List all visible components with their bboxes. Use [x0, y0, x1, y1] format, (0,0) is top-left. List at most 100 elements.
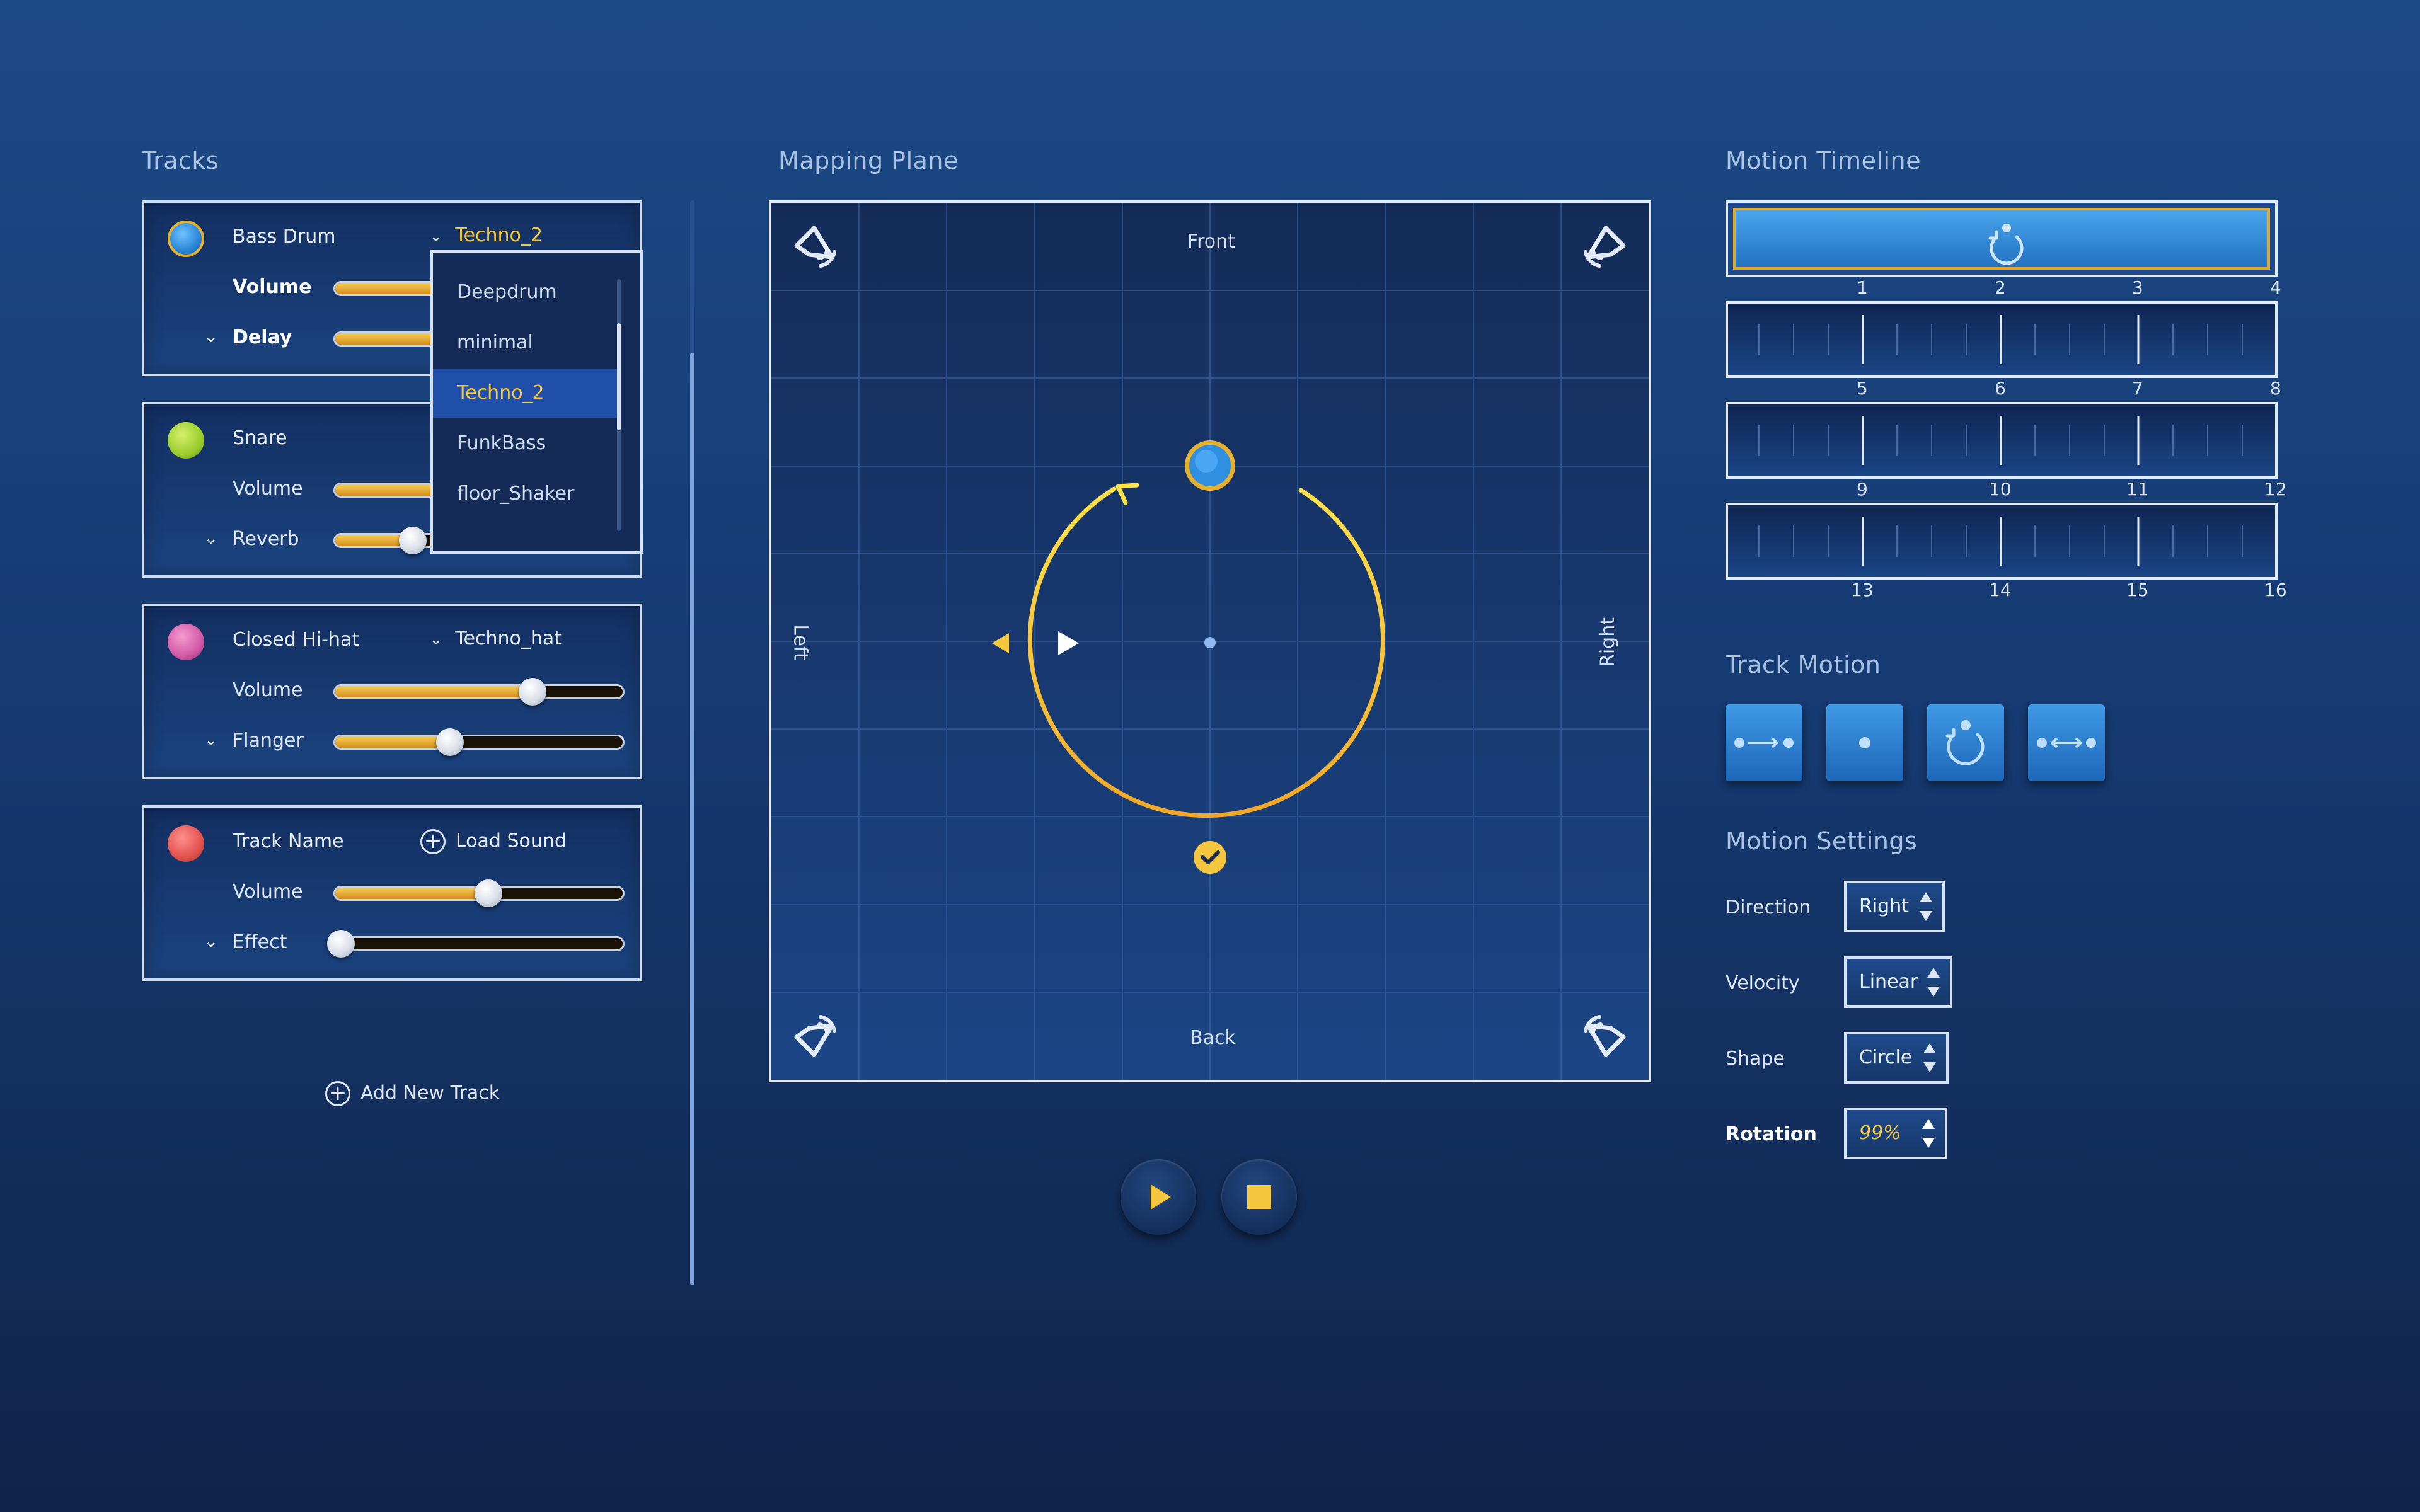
dropdown-option[interactable]: FunkBass — [433, 419, 619, 468]
linear-motion-icon — [1734, 737, 1794, 748]
timeline-beat-number: 6 — [1995, 378, 2006, 399]
speaker-bottom-right-icon[interactable] — [1574, 1005, 1637, 1068]
sound-selector[interactable]: ⌄ Techno_2 — [429, 224, 543, 246]
timeline-bar-3[interactable] — [1726, 402, 2278, 479]
add-new-track-button[interactable]: + Add New Track — [325, 1081, 500, 1106]
chevron-down-icon: ⌄ — [429, 630, 443, 649]
timeline-beat-number: 3 — [2132, 277, 2143, 298]
rotation-input[interactable]: 99% — [1844, 1108, 1947, 1159]
mapping-plane-title: Mapping Plane — [778, 147, 959, 175]
stop-icon — [1247, 1185, 1271, 1209]
load-sound-button[interactable]: + Load Sound — [420, 829, 567, 854]
timeline-beat-number: 7 — [2132, 378, 2143, 399]
play-button[interactable] — [1121, 1159, 1196, 1235]
effect-label: Delay — [233, 326, 292, 348]
effect-slider-knob[interactable] — [436, 728, 464, 756]
motion-timeline-title: Motion Timeline — [1726, 147, 1921, 175]
dropdown-scrollbar-thumb[interactable] — [617, 323, 621, 430]
mapping-plane[interactable]: Front Back Left Right — [769, 200, 1651, 1082]
volume-label: Volume — [233, 679, 303, 701]
speaker-top-left-icon[interactable] — [783, 214, 846, 277]
circular-motion-button[interactable] — [1927, 704, 2004, 781]
effect-slider-knob[interactable] — [399, 527, 427, 554]
volume-slider-knob[interactable] — [475, 879, 502, 907]
timeline-beat-number: 4 — [2270, 277, 2281, 298]
volume-slider-knob[interactable] — [519, 678, 546, 706]
sound-selector-value: Techno_2 — [455, 224, 543, 246]
timeline-beat-number: 10 — [1989, 479, 2012, 500]
up-down-arrows-icon[interactable] — [1921, 1116, 1936, 1150]
rotation-value[interactable]: 99% — [1859, 1110, 1901, 1157]
tracks-title: Tracks — [142, 147, 219, 175]
chevron-down-icon[interactable]: ⌄ — [204, 931, 218, 951]
timeline-beat-number: 8 — [2270, 378, 2281, 399]
plus-circle-icon: + — [420, 829, 446, 854]
up-down-arrows-icon[interactable] — [1922, 1041, 1937, 1075]
tracks-scrollbar-thumb[interactable] — [690, 353, 694, 1285]
circular-motion-icon — [1945, 720, 1985, 765]
track-name[interactable]: Closed Hi-hat — [233, 629, 359, 651]
static-point-button[interactable] — [1826, 704, 1903, 781]
chevron-down-icon: ⌄ — [429, 227, 443, 246]
dropdown-option[interactable]: Deepdrum — [433, 268, 619, 317]
speaker-top-right-icon[interactable] — [1574, 214, 1637, 277]
track-color-dot[interactable] — [168, 624, 204, 660]
dropdown-option[interactable]: floor_Shaker — [433, 469, 619, 518]
effect-slider[interactable] — [333, 936, 625, 951]
plane-label-front: Front — [1187, 231, 1235, 253]
track-name[interactable]: Track Name — [233, 830, 344, 852]
sound-selector-value: Techno_hat — [455, 627, 562, 650]
plane-label-back: Back — [1190, 1027, 1236, 1049]
direction-value: Right — [1859, 895, 1909, 917]
timeline-beat-number: 2 — [1995, 277, 2006, 298]
velocity-label: Velocity — [1726, 972, 1800, 994]
track-name[interactable]: Bass Drum — [233, 226, 335, 248]
timeline-motion-clip[interactable] — [1733, 208, 2270, 270]
timeline-beat-number: 1 — [1857, 277, 1868, 298]
shape-spinner[interactable]: Circle — [1844, 1032, 1949, 1084]
track-color-dot[interactable] — [168, 422, 204, 459]
static-point-icon — [1859, 737, 1870, 748]
volume-slider[interactable] — [333, 684, 625, 699]
track-card-new: Track Name + Load Sound Volume ⌄ Effect — [142, 805, 642, 981]
speaker-bottom-left-icon[interactable] — [783, 1005, 846, 1068]
track-card-closed-hihat: Closed Hi-hat ⌄ Techno_hat Volume ⌄ Flan… — [142, 604, 642, 779]
chevron-down-icon[interactable]: ⌄ — [204, 527, 218, 548]
track-color-dot[interactable] — [168, 825, 204, 862]
effect-label: Flanger — [233, 730, 304, 752]
up-down-arrows-icon[interactable] — [1918, 890, 1933, 924]
effect-slider-knob[interactable] — [327, 930, 355, 958]
track-color-dot[interactable] — [168, 220, 204, 257]
dropdown-option[interactable]: minimal — [433, 318, 619, 367]
up-down-arrows-icon[interactable] — [1926, 965, 1941, 999]
timeline-ticks — [1758, 416, 2243, 465]
chevron-down-icon[interactable]: ⌄ — [204, 326, 218, 346]
direction-spinner[interactable]: Right — [1844, 881, 1945, 932]
effect-slider[interactable] — [333, 735, 625, 750]
track-name[interactable]: Snare — [233, 427, 287, 449]
track-motion-title: Track Motion — [1726, 651, 1881, 679]
volume-label: Volume — [233, 276, 312, 298]
timeline-ticks — [1758, 517, 2243, 566]
velocity-spinner[interactable]: Linear — [1844, 956, 1952, 1008]
dropdown-option-selected[interactable]: Techno_2 — [433, 369, 619, 418]
plane-grid — [771, 203, 1649, 1080]
timeline-beat-number: 15 — [2126, 580, 2149, 600]
timeline-bar-1[interactable] — [1726, 200, 2278, 277]
sound-dropdown-menu: Deepdrum minimal Techno_2 FunkBass floor… — [430, 250, 643, 554]
linear-motion-button[interactable] — [1726, 704, 1802, 781]
shape-label: Shape — [1726, 1048, 1785, 1070]
velocity-value: Linear — [1859, 971, 1918, 993]
load-sound-label: Load Sound — [456, 830, 567, 852]
timeline-beat-number: 5 — [1857, 378, 1868, 399]
timeline-bar-4[interactable] — [1726, 503, 2278, 580]
volume-label: Volume — [233, 478, 303, 500]
timeline-ticks — [1758, 315, 2243, 364]
sound-selector[interactable]: ⌄ Techno_hat — [429, 627, 562, 650]
timeline-bar-2[interactable] — [1726, 301, 2278, 378]
plane-label-left: Left — [789, 624, 812, 660]
stop-button[interactable] — [1221, 1159, 1297, 1235]
ping-pong-motion-button[interactable] — [2028, 704, 2105, 781]
chevron-down-icon[interactable]: ⌄ — [204, 729, 218, 750]
timeline-beat-number: 12 — [2264, 479, 2287, 500]
